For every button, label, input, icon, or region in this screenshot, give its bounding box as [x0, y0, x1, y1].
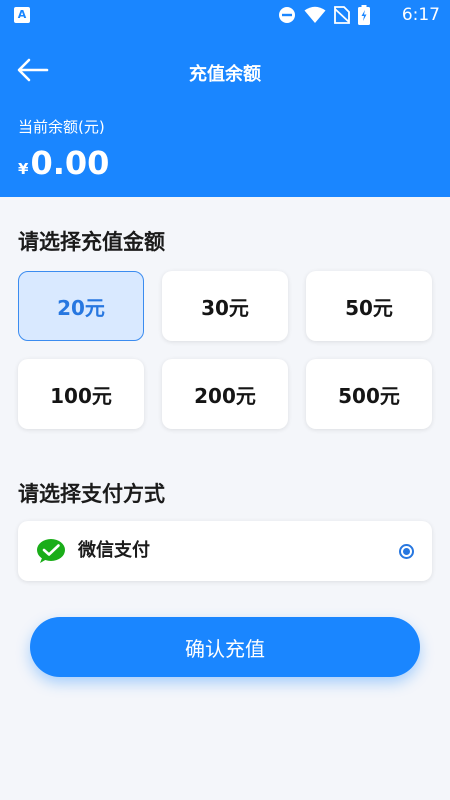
amount-section-title: 请选择充值金额	[18, 230, 165, 254]
amount-options: 20元 30元 50元 100元 200元 500元	[18, 271, 432, 429]
radio-selected-dot	[403, 548, 410, 555]
balance-label: 当前余额(元)	[18, 118, 105, 136]
currency-symbol: ¥	[18, 160, 29, 178]
app-notification-icon: A	[14, 7, 30, 23]
wechat-pay-icon	[37, 539, 65, 563]
amount-option-20[interactable]: 20元	[18, 271, 144, 341]
no-sim-icon	[334, 6, 350, 24]
wifi-icon	[304, 6, 326, 23]
status-time: 6:17	[401, 5, 440, 25]
payment-radio-button[interactable]	[399, 544, 414, 559]
do-not-disturb-icon	[279, 7, 295, 23]
amount-option-200[interactable]: 200元	[162, 359, 288, 429]
page-title: 充值余额	[189, 64, 261, 85]
battery-charging-icon	[358, 5, 370, 25]
confirm-recharge-button[interactable]: 确认充值	[30, 617, 420, 677]
status-icons	[278, 5, 370, 25]
payment-method-label: 微信支付	[78, 540, 150, 561]
amount-option-30[interactable]: 30元	[162, 271, 288, 341]
balance-display: ¥ 0.00	[18, 143, 109, 183]
balance-value: 0.00	[30, 144, 110, 182]
header-bar: A 6:17 充值余额 当前余额(元) ¥ 0.00	[0, 0, 450, 197]
amount-option-500[interactable]: 500元	[306, 359, 432, 429]
status-bar: A 6:17	[0, 0, 450, 30]
amount-option-100[interactable]: 100元	[18, 359, 144, 429]
payment-option-wechat[interactable]: 微信支付	[18, 521, 432, 581]
payment-section-title: 请选择支付方式	[18, 482, 165, 506]
amount-option-50[interactable]: 50元	[306, 271, 432, 341]
